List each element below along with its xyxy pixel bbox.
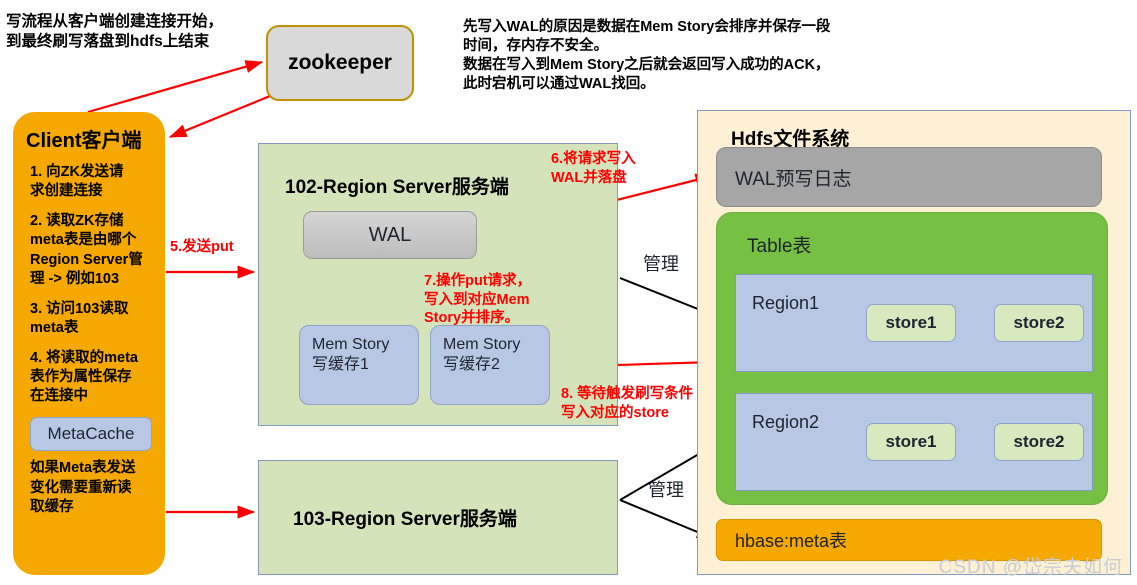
hbase-meta-table-label: hbase:meta表 <box>735 531 848 551</box>
zookeeper-label: zookeeper <box>288 51 392 74</box>
mem-store-2-box[interactable]: Mem Story 写缓存2 <box>430 325 550 405</box>
arrow-zookeeper-to-client <box>168 94 271 139</box>
annotation-7-put-to-memstore: 7.操作put请求， 写入到对应Mem Story并排序。 <box>424 273 532 327</box>
region-2-box[interactable]: Region2 store1 store2 <box>735 393 1093 491</box>
metacache-box[interactable]: MetaCache <box>30 417 152 452</box>
annotation-manage-top: 管理 <box>643 254 679 274</box>
annotation-8-flush-to-store: 8. 等待触发刷写条件 写入对应的store <box>561 386 694 421</box>
region-server-103-title: 103-Region Server服务端 <box>293 509 517 530</box>
client-step-2: 2. 读取ZK存储 meta表是由哪个 Region Server管 理 -> … <box>30 213 143 287</box>
csdn-watermark: CSDN @岱宗夫如何 <box>938 557 1123 578</box>
client-step-4: 4. 将读取的meta 表作为属性保存 在连接中 <box>30 350 138 405</box>
region-1-store-2[interactable]: store2 <box>994 304 1084 342</box>
region-2-store-1[interactable]: store1 <box>866 423 956 461</box>
wal-explanation-note: 先写入WAL的原因是数据在Mem Story会排序并保存一段 时间，存内存不安全… <box>463 19 831 93</box>
annotation-6-write-wal: 6.将请求写入 WAL并落盘 <box>551 151 636 186</box>
mem-store-1-box[interactable]: Mem Story 写缓存1 <box>299 325 419 405</box>
hdfs-table-box[interactable]: Table表 Region1 store1 store2 Region2 sto… <box>716 212 1108 505</box>
client-panel[interactable]: Client客户端 1. 向ZK发送请 求创建连接 2. 读取ZK存储 meta… <box>13 112 165 575</box>
wal-label: WAL <box>368 223 412 246</box>
client-title: Client客户端 <box>26 130 142 152</box>
region-1-label: Region1 <box>752 293 820 313</box>
region-server-103-panel[interactable]: 103-Region Server服务端 <box>258 460 618 575</box>
client-footer-note: 如果Meta表发送 变化需要重新读 取缓存 <box>30 460 136 515</box>
wal-box[interactable]: WAL <box>303 211 477 259</box>
region-1-store-1[interactable]: store1 <box>866 304 956 342</box>
region-server-102-title: 102-Region Server服务端 <box>285 177 509 198</box>
zookeeper-node[interactable]: zookeeper <box>266 25 414 101</box>
metacache-label: MetaCache <box>47 424 135 444</box>
region-2-label: Region2 <box>752 412 820 432</box>
hdfs-table-title: Table表 <box>747 236 812 257</box>
annotation-manage-bottom: 管理 <box>648 480 684 500</box>
intro-note: 写流程从客户端创建连接开始， 到最终刷写落盘到hdfs上结束 <box>6 13 224 51</box>
client-step-1: 1. 向ZK发送请 求创建连接 <box>30 164 124 200</box>
arrow-client-to-zookeeper <box>87 60 264 114</box>
region-1-box[interactable]: Region1 store1 store2 <box>735 274 1093 372</box>
client-step-3: 3. 访问103读取 meta表 <box>30 300 129 336</box>
region-2-store-2[interactable]: store2 <box>994 423 1084 461</box>
diagram-canvas: 写流程从客户端创建连接开始， 到最终刷写落盘到hdfs上结束 先写入WAL的原因… <box>0 0 1137 585</box>
hdfs-wal-log-box[interactable]: WAL预写日志 <box>716 147 1102 207</box>
hdfs-wal-log-label: WAL预写日志 <box>735 168 852 190</box>
annotation-5-send-put: 5.发送put <box>170 239 234 255</box>
